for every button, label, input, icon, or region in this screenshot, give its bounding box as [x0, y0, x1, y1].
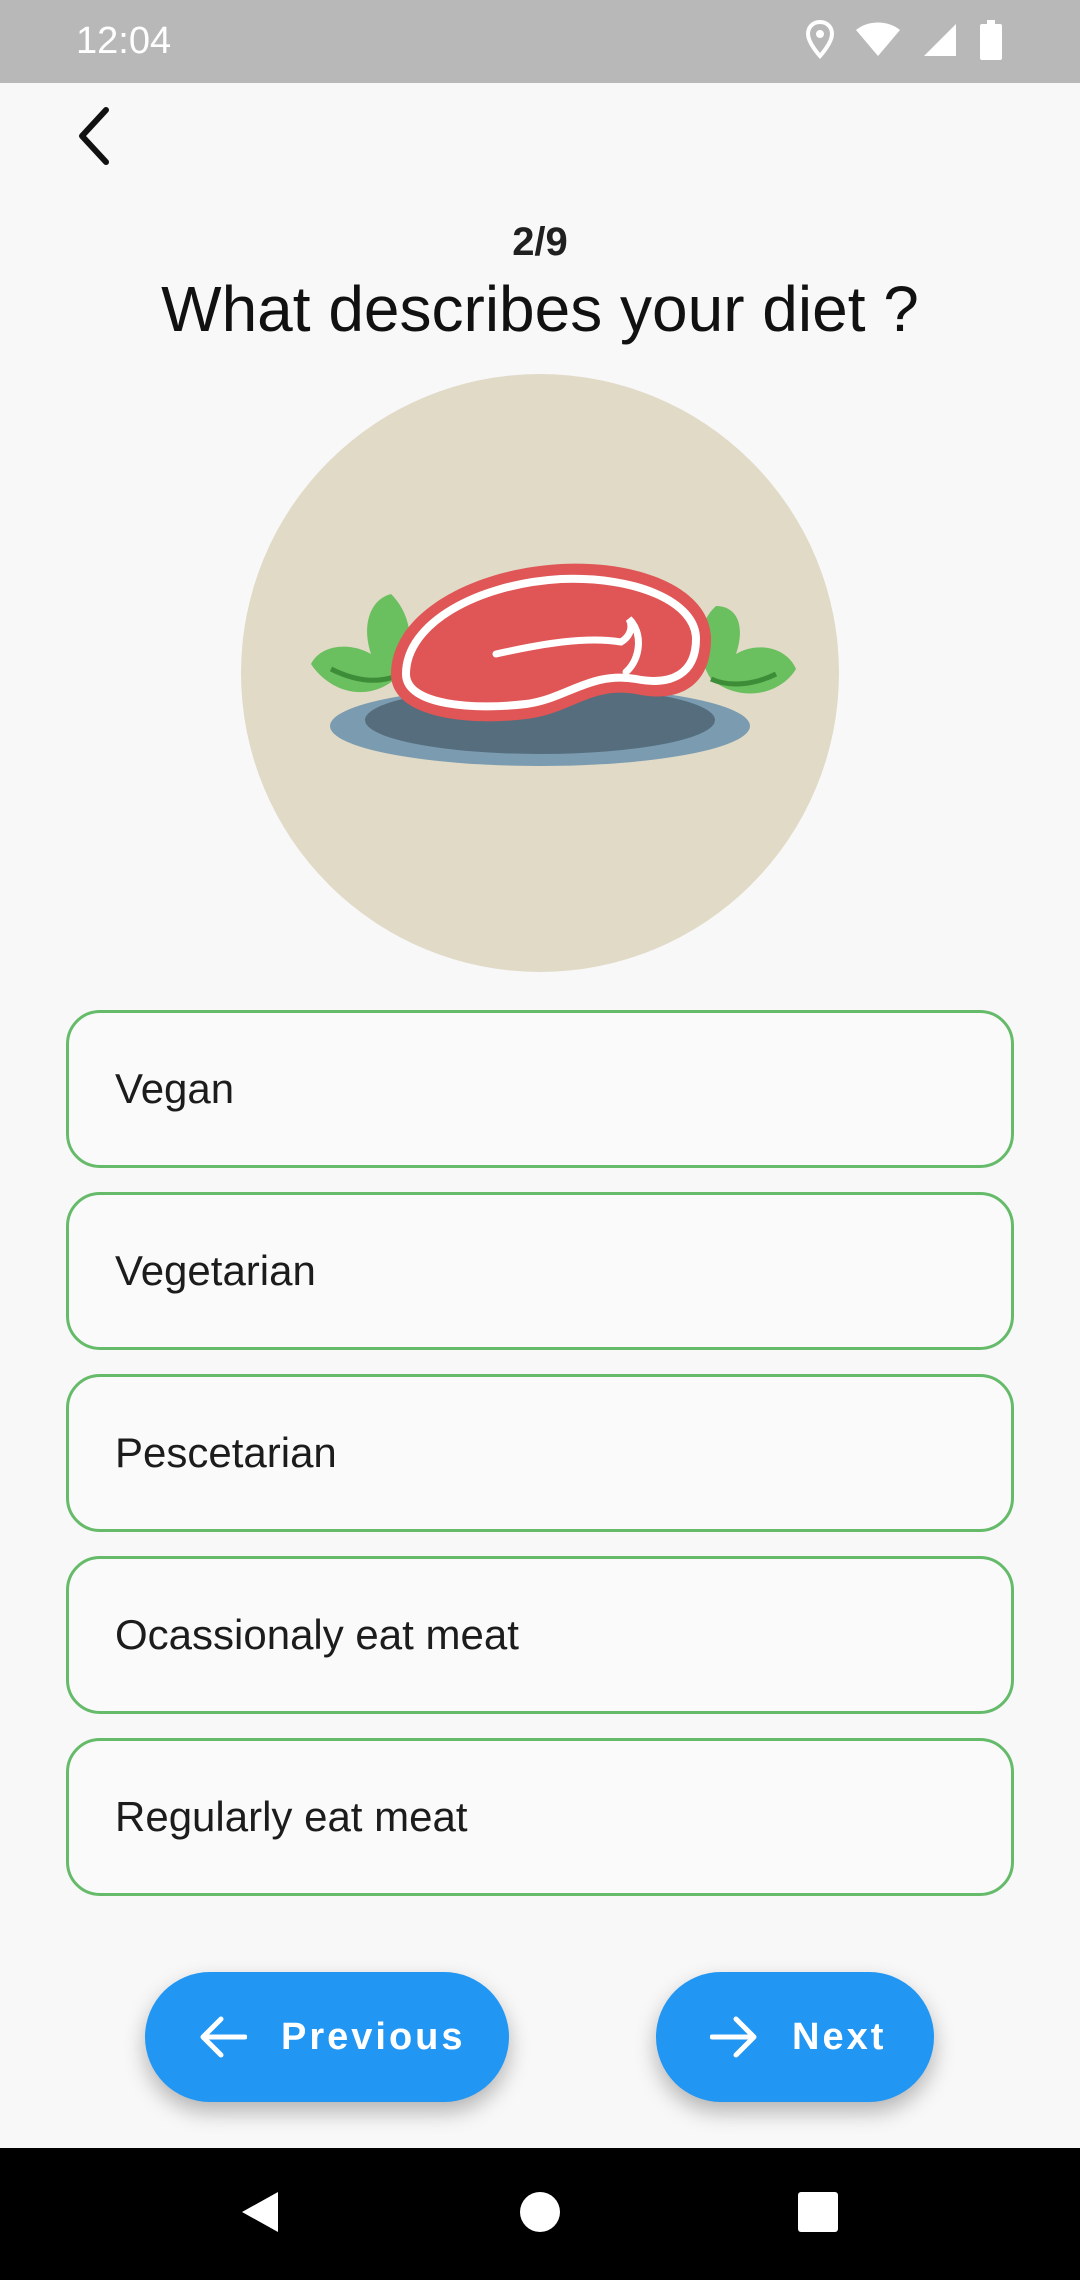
option-label: Vegetarian [115, 1247, 316, 1294]
system-home-button[interactable] [512, 2186, 568, 2242]
option-label: Vegan [115, 1065, 235, 1112]
system-nav-bar [0, 2148, 1080, 2280]
system-recents-button[interactable] [790, 2186, 846, 2242]
location-icon [805, 19, 835, 65]
wifi-icon [856, 22, 900, 63]
chevron-left-icon [74, 106, 114, 171]
previous-button[interactable]: Previous [145, 1972, 509, 2102]
next-label: Next [792, 2015, 887, 2058]
system-back-button[interactable] [232, 2186, 288, 2242]
previous-label: Previous [281, 2015, 466, 2058]
option-pescetarian[interactable]: Pescetarian [66, 1374, 1014, 1532]
recents-square-icon [797, 2191, 839, 2238]
back-triangle-icon [238, 2188, 282, 2241]
arrow-left-icon [195, 2009, 251, 2065]
status-time: 12:04 [76, 20, 172, 62]
battery-icon [980, 19, 1002, 65]
option-label: Ocassionaly eat meat [115, 1611, 519, 1658]
signal-icon [922, 22, 958, 63]
home-circle-icon [518, 2190, 562, 2239]
page-title: What describes your diet ? [161, 273, 919, 345]
option-vegan[interactable]: Vegan [66, 1010, 1014, 1168]
diet-options: Vegan Vegetarian Pescetarian Ocassionaly… [66, 1010, 1014, 1920]
option-vegetarian[interactable]: Vegetarian [66, 1192, 1014, 1350]
back-button[interactable] [62, 100, 126, 176]
next-button[interactable]: Next [656, 1972, 934, 2102]
arrow-right-icon [706, 2009, 762, 2065]
steak-plate-icon [311, 563, 796, 766]
option-label: Pescetarian [115, 1429, 337, 1476]
option-occasionally-eat-meat[interactable]: Ocassionaly eat meat [66, 1556, 1014, 1714]
progress-indicator: 2/9 [512, 220, 568, 264]
status-bar: 12:04 [0, 0, 1080, 83]
status-icons [805, 18, 1002, 66]
option-label: Regularly eat meat [115, 1793, 468, 1840]
option-regularly-eat-meat[interactable]: Regularly eat meat [66, 1738, 1014, 1896]
diet-illustration [241, 374, 839, 972]
